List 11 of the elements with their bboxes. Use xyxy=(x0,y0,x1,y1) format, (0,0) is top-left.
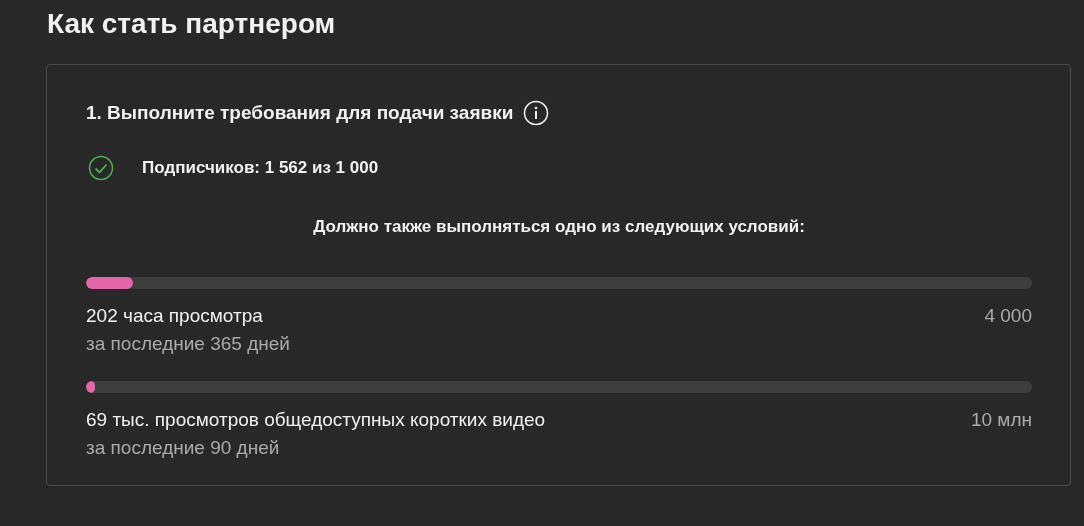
metric-label: 69 тыс. просмотров общедоступных коротких видео xyxy=(86,409,546,431)
metric-target: 10 млн xyxy=(970,409,1032,431)
page-title: Как стать партнером xyxy=(47,7,337,41)
subscriber-count: Подписчиков: 1 562 из 1 000 xyxy=(142,158,379,178)
info-icon[interactable] xyxy=(523,100,550,126)
section-heading: 1. Выполните требования для подачи заявки xyxy=(86,102,514,124)
metric-label: 202 часа просмотра xyxy=(86,305,263,327)
metric-target: 4 000 xyxy=(984,305,1032,327)
metric-period: за последние 365 дней xyxy=(86,333,291,355)
metric-period: за последние 90 дней xyxy=(86,437,281,459)
condition-note: Должно также выполняться одно из следующих условий: xyxy=(312,217,806,237)
